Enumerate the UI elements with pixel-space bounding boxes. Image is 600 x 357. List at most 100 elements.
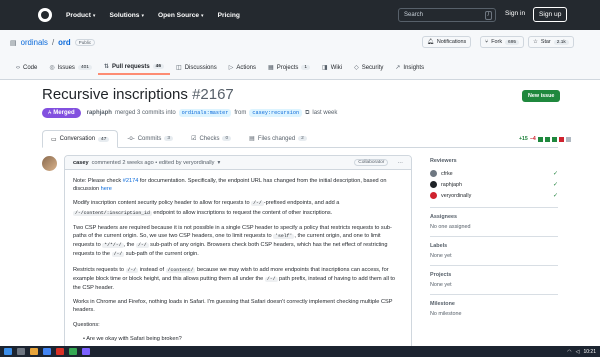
tab-count: 3 [164,136,174,141]
tab-count: 0 [222,136,232,141]
volume-icon[interactable]: ◁ [576,349,580,355]
reviewer-item[interactable]: veryordinally ✓ [430,190,558,201]
paragraph: Restricts requests to /-/ instead of /co… [73,266,396,292]
clock[interactable]: 10:21 [583,349,596,355]
folder-icon[interactable] [30,348,38,355]
reviewer-item[interactable]: raphjaph ✓ [430,179,558,190]
search-icon[interactable] [17,348,25,355]
tab-projects[interactable]: ▦ Projects 1 [262,60,316,75]
comment-author-link[interactable]: casey [73,160,89,166]
tab-label: Issues [57,64,75,71]
paragraph: Modify inscription content security poli… [73,200,340,216]
discussions-icon: ◫ [176,65,182,71]
sign-up-button[interactable]: Sign up [533,7,568,22]
play-icon: ▷ [228,65,234,71]
repo-header: ▤ ordinals / ord Public 🔔︎ Notifications … [0,30,600,80]
avatar[interactable] [42,156,57,171]
labels-value: None yet [430,253,452,259]
merge-time: last week [312,110,338,116]
diff-square [544,136,550,142]
paragraph: Two CSP headers are required because it … [73,224,392,258]
more-options-icon[interactable]: ··· [397,160,403,166]
tab-actions[interactable]: ▷ Actions [223,60,262,75]
shield-icon: ◇ [354,65,359,71]
tab-issues[interactable]: ◎ Issues 401 [43,60,98,75]
tab-wiki[interactable]: ◨ Wiki [316,60,348,75]
tab-count: 2 [298,136,307,141]
fork-button[interactable]: ⑂ Fork 695 [480,36,525,48]
diff-stat: +15 −4 [519,136,571,142]
projects-value: None yet [430,282,452,288]
star-label: Star [540,39,551,45]
chevron-down-icon[interactable]: ▾ [217,160,220,166]
tab-count: 46 [152,64,165,69]
check-icon: ✓ [552,182,558,188]
sign-in-link[interactable]: Sign in [505,10,525,17]
reviewer-name: veryordinally [441,192,472,199]
checklist-icon: ☑ [191,136,197,142]
nav-product[interactable]: Product ▾ [66,12,95,19]
comment-meta[interactable]: commented 2 weeks ago • edited by veryor… [92,160,215,166]
reviewers-section: Reviewers cfrke ✓ raphjaph ✓ veryordinally… [430,158,558,208]
tab-insights[interactable]: ↗ Insights [389,60,430,75]
tab-code[interactable]: ‹› Code [10,60,43,75]
repo-owner-link[interactable]: ordinals [21,38,48,47]
diff-additions: +15 [519,136,528,142]
tab-conversation[interactable]: ▭ Conversation 47 [42,130,119,148]
comment-body: Note: Please check #2174 for documentati… [65,170,411,356]
app-icon[interactable] [69,348,77,355]
pr-title-text: Recursive inscriptions [42,86,188,103]
repo-icon: ▤ [10,39,17,47]
star-button[interactable]: ☆ Star 2.1k [528,36,574,48]
discussion-link[interactable]: here [101,186,112,192]
inline-code: /-/ [135,243,149,249]
copy-icon[interactable]: ⧉ [305,110,309,117]
star-icon: ☆ [533,39,538,45]
avatar [430,170,437,177]
pr-author-link[interactable]: raphjaph [87,110,112,116]
nav-pricing[interactable]: Pricing [218,12,240,19]
fork-icon: ⑂ [485,39,489,45]
search-input[interactable]: Search / [398,8,496,22]
app-icon[interactable] [82,348,90,355]
bell-icon: 🔔︎ [427,39,434,45]
diff-square [565,136,571,142]
chevron-down-icon: ▾ [201,12,204,19]
tab-files-changed[interactable]: ▤ Files changed 2 [240,130,316,147]
comment-icon: ▭ [51,136,57,143]
tab-label: Pull requests [111,63,150,70]
comment-box: casey commented 2 weeks ago • edited by … [64,155,412,357]
base-branch[interactable]: ordinals:master [178,109,232,117]
fork-count: 695 [505,39,520,45]
status-label: Merged [53,110,75,116]
diff-square [558,136,564,142]
tab-pull-requests[interactable]: ⇅ Pull requests 46 [97,60,171,75]
app-icon[interactable] [56,348,64,355]
tab-count: 1 [301,65,311,70]
notifications-button[interactable]: 🔔︎ Notifications [422,36,472,48]
tab-checks[interactable]: ☑ Checks 0 [182,130,240,147]
pull-request-icon: ⇅ [103,64,109,70]
github-logo-icon[interactable] [38,8,52,22]
fork-label: Fork [491,39,503,45]
repo-name-link[interactable]: ord [58,38,71,47]
tab-security[interactable]: ◇ Security [348,60,389,75]
tab-discussions[interactable]: ◫ Discussions [170,60,223,75]
nav-open-source[interactable]: Open Source ▾ [158,12,204,19]
issue-link[interactable]: #2174 [123,178,139,184]
check-icon: ✓ [552,171,558,177]
reviewer-name: cfrke [441,170,453,177]
repo-title: ▤ ordinals / ord Public [10,38,96,47]
nav-solutions[interactable]: Solutions ▾ [109,12,144,19]
browser-icon[interactable] [43,348,51,355]
reviewer-item[interactable]: cfrke ✓ [430,168,558,179]
start-icon[interactable] [4,348,12,355]
wifi-icon[interactable]: ◠ [567,349,571,355]
tab-label: Conversation [59,136,96,142]
tab-commits[interactable]: -o- Commits 3 [118,130,182,147]
head-branch[interactable]: casey:recursion [249,109,303,117]
tab-label: Files changed [257,135,296,142]
chevron-down-icon: ▾ [141,12,144,19]
new-issue-button[interactable]: New issue [522,90,561,102]
tab-label: Insights [403,64,425,71]
